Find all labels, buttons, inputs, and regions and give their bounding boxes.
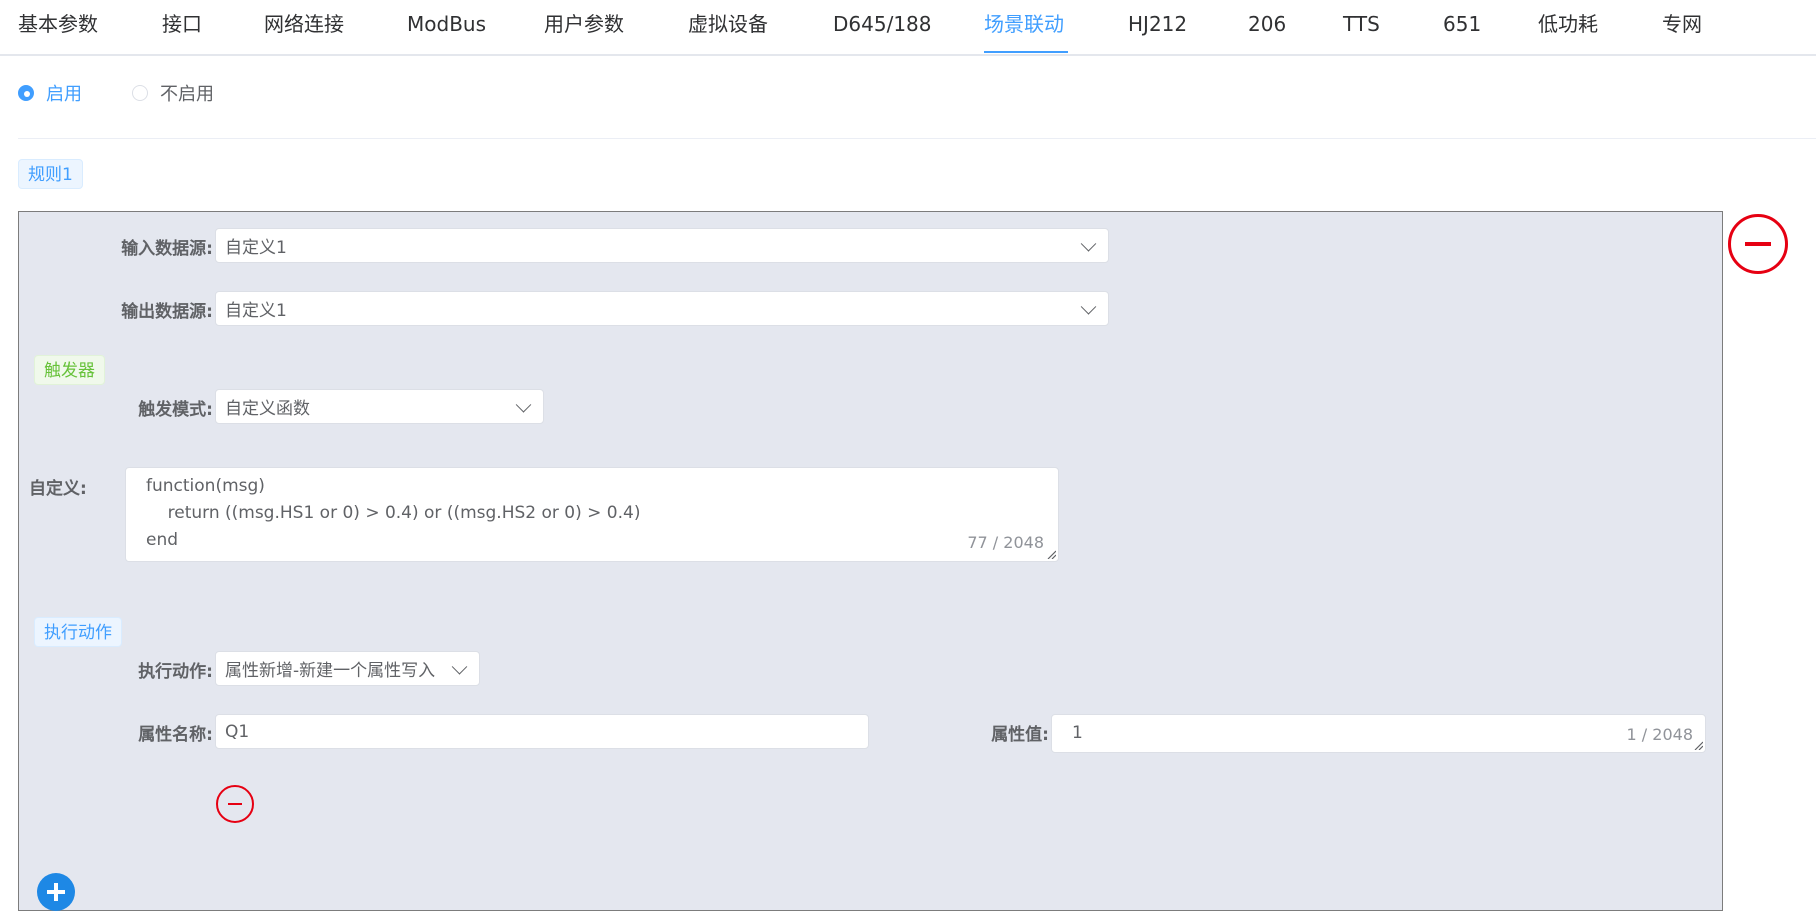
tab-scene-linkage[interactable]: 场景联动: [984, 10, 1064, 38]
tab-network[interactable]: 网络连接: [264, 10, 344, 38]
output-source-label: 输出数据源:: [121, 302, 213, 322]
tab-basic-params[interactable]: 基本参数: [18, 10, 98, 38]
tab-tts[interactable]: TTS: [1343, 10, 1380, 38]
radio-disable[interactable]: 不启用: [132, 80, 214, 106]
trigger-mode-label: 触发模式:: [138, 400, 213, 420]
chevron-down-icon: [451, 658, 468, 675]
radio-disable-dot: [132, 85, 148, 101]
tab-hj212[interactable]: HJ212: [1128, 10, 1187, 38]
tab-interface[interactable]: 接口: [162, 10, 202, 38]
remove-rule-button[interactable]: [1728, 214, 1788, 274]
tab-user-params[interactable]: 用户参数: [544, 10, 624, 38]
code-line: return ((msg.HS1 or 0) > 0.4) or ((msg.H…: [146, 503, 641, 523]
resize-handle-icon[interactable]: [1693, 740, 1703, 750]
section-divider: [18, 138, 1816, 139]
output-source-value: 自定义1: [225, 301, 287, 321]
input-source-label: 输入数据源:: [121, 239, 213, 259]
rule-panel: 输入数据源: 自定义1 输出数据源: 自定义1 触发器 触发模式: 自定义函数 …: [18, 211, 1723, 911]
tab-modbus[interactable]: ModBus: [407, 10, 486, 38]
output-source-select[interactable]: 自定义1: [215, 291, 1109, 326]
tab-private-network[interactable]: 专网: [1662, 10, 1702, 38]
char-counter: 77 / 2048: [967, 533, 1044, 552]
chevron-down-icon: [1080, 298, 1097, 315]
radio-enable-label: 启用: [46, 84, 82, 105]
tab-d645[interactable]: D645/188: [833, 10, 932, 38]
action-tag: 执行动作: [34, 617, 122, 647]
property-name-label: 属性名称:: [138, 725, 213, 745]
property-value-value: 1: [1072, 723, 1083, 743]
add-action-button[interactable]: [37, 873, 75, 911]
property-value-textarea[interactable]: 1 1 / 2048: [1051, 714, 1706, 753]
trigger-tag: 触发器: [34, 355, 105, 385]
action-select[interactable]: 属性新增-新建一个属性写入: [215, 651, 480, 686]
property-value-label: 属性值:: [991, 725, 1049, 745]
property-name-value: Q1: [225, 721, 250, 742]
action-label: 执行动作:: [138, 662, 213, 682]
radio-enable[interactable]: 启用: [18, 80, 82, 106]
custom-function-label: 自定义:: [29, 479, 87, 499]
radio-disable-label: 不启用: [160, 84, 214, 105]
trigger-mode-value: 自定义函数: [225, 399, 310, 419]
chevron-down-icon: [515, 396, 532, 413]
tab-virtual-device[interactable]: 虚拟设备: [688, 10, 768, 38]
chevron-down-icon: [1080, 235, 1097, 252]
radio-enable-dot: [18, 85, 34, 101]
tab-206[interactable]: 206: [1248, 10, 1286, 38]
tab-651[interactable]: 651: [1443, 10, 1481, 38]
remove-action-button[interactable]: [216, 785, 254, 823]
rule-tag: 规则1: [18, 159, 83, 189]
trigger-mode-select[interactable]: 自定义函数: [215, 389, 544, 424]
tab-bar: 基本参数 接口 网络连接 ModBus 用户参数 虚拟设备 D645/188 场…: [0, 0, 1816, 56]
code-line: function(msg): [146, 476, 265, 496]
tab-low-power[interactable]: 低功耗: [1538, 10, 1598, 38]
resize-handle-icon[interactable]: [1046, 549, 1056, 559]
code-line: end: [146, 530, 179, 550]
active-tab-indicator: [984, 51, 1068, 53]
char-counter: 1 / 2048: [1626, 725, 1693, 744]
property-name-input[interactable]: Q1: [215, 714, 869, 749]
input-source-value: 自定义1: [225, 238, 287, 258]
input-source-select[interactable]: 自定义1: [215, 228, 1109, 263]
action-value: 属性新增-新建一个属性写入: [225, 661, 436, 681]
custom-function-textarea[interactable]: function(msg) return ((msg.HS1 or 0) > 0…: [125, 467, 1059, 562]
